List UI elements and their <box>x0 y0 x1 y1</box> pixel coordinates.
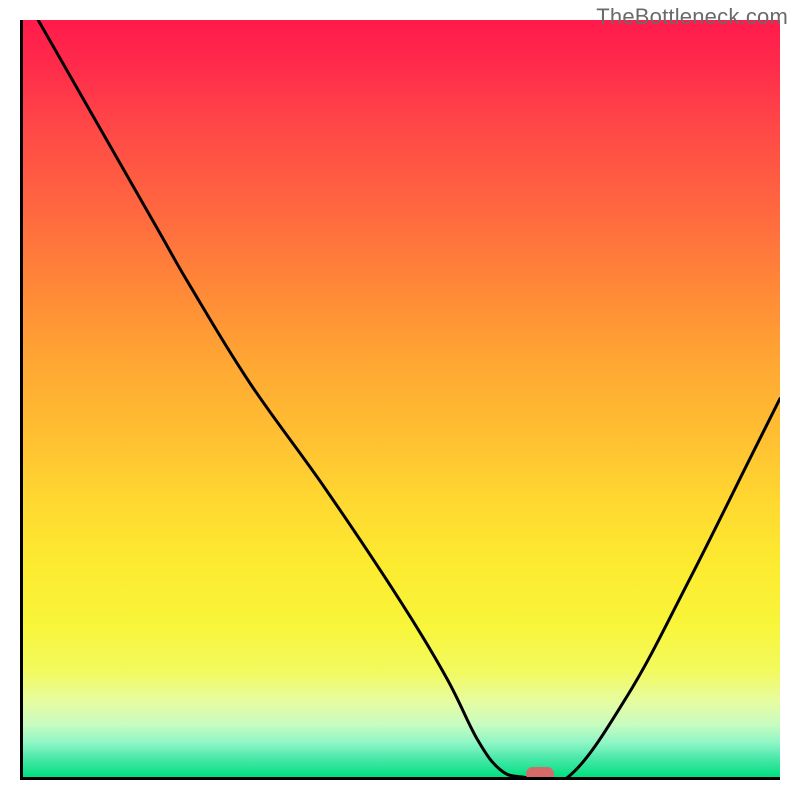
chart-frame: TheBottleneck.com <box>0 0 800 800</box>
optimal-point-marker <box>526 767 554 780</box>
plot-area <box>20 20 780 780</box>
watermark-text: TheBottleneck.com <box>596 4 788 30</box>
bottleneck-curve <box>23 20 780 777</box>
